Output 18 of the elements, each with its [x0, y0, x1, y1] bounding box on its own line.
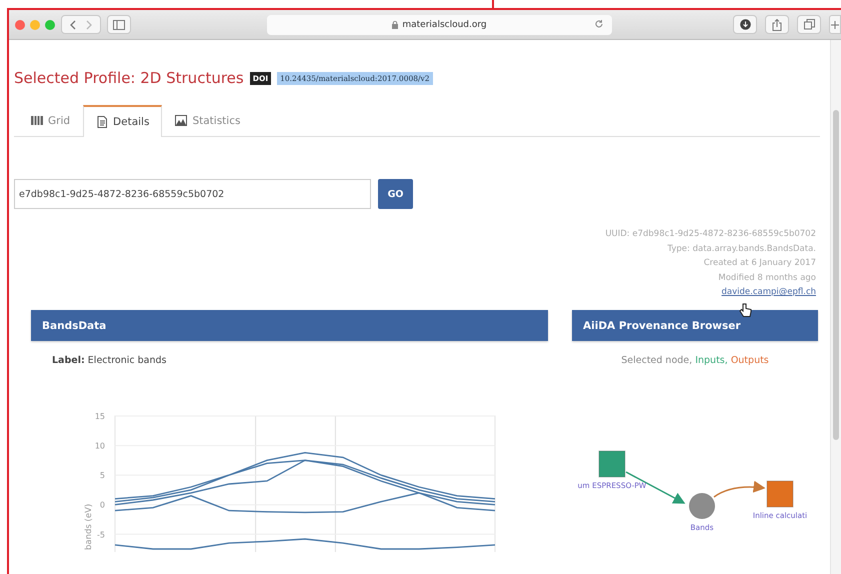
y-tick-label: 0 [100, 500, 105, 510]
y-axis-label: bands (eV) [84, 504, 94, 550]
y-tick-label: 15 [94, 412, 105, 421]
panel-header: BandsData [31, 310, 548, 341]
address-text: materialscloud.org [402, 20, 487, 30]
legend-text: Selected node, [621, 355, 692, 366]
legend-text: Inputs, [695, 355, 728, 366]
y-tick-label: -5 [97, 530, 105, 540]
metadata-text: Type: data.array.bands.BandsData. [668, 244, 816, 254]
legend-text: Outputs [730, 355, 769, 366]
panel-header: AiiDA Provenance Browser [572, 310, 818, 341]
metadata-text: Created at 6 January 2017 [704, 258, 816, 268]
page-title: Selected Profile: 2D Structures [14, 69, 244, 87]
y-tick-label: 10 [94, 442, 105, 451]
metadata-text: Modified 8 months ago [718, 272, 816, 282]
label-text: Label: Electronic bands [52, 355, 168, 366]
y-tick-label: 5 [100, 471, 105, 480]
metadata-text: UUID: e7db98c1-9d25-4872-8236-68559c5b0702 [605, 229, 816, 239]
